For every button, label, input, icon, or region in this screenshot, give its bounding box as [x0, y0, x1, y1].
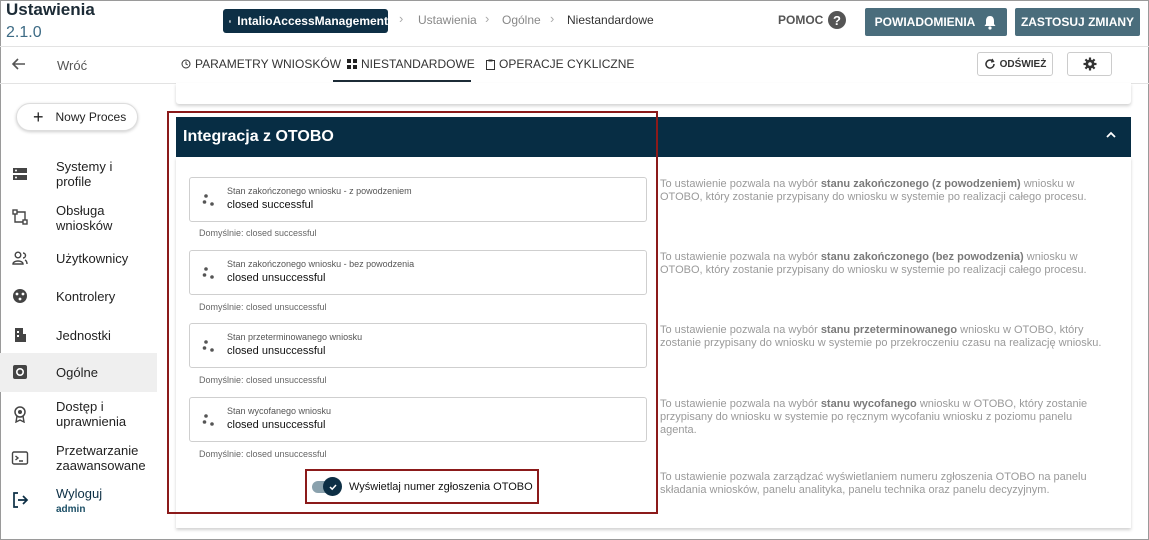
grid-icon — [347, 59, 357, 69]
tab-label: OPERACJE CYKLICZNE — [499, 57, 635, 71]
highlight-box — [167, 111, 658, 514]
terminal-icon — [11, 451, 29, 465]
notifications-label: POWIADOMIENIA — [874, 15, 976, 29]
header-divider — [0, 46, 1149, 47]
arrow-left-icon[interactable] — [11, 56, 27, 72]
badge-icon — [14, 406, 26, 423]
sidebar-item-advanced[interactable]: Przetwarzanie zaawansowane — [0, 441, 157, 477]
chevron-right-icon: › — [550, 11, 555, 26]
sidebar-item-controllers[interactable]: Kontrolery — [0, 283, 157, 309]
logout-icon — [13, 492, 29, 508]
sidebar-item-label: wniosków — [56, 218, 113, 233]
breadcrumb-current: Niestandardowe — [567, 13, 654, 27]
tab-label: NIESTANDARDOWE — [361, 57, 475, 71]
building-icon — [15, 328, 26, 342]
logout-label: Wyloguj — [56, 486, 103, 501]
breadcrumb-item[interactable]: Ustawienia — [418, 13, 477, 27]
field-description: To ustawienie pozwala na wybór stanu prz… — [660, 324, 1102, 349]
sidebar-item-label: uprawnienia — [56, 414, 127, 429]
sidebar-item-label: Użytkownicy — [56, 251, 129, 266]
users-icon — [12, 251, 28, 265]
sidebar-item-systems[interactable]: Systemy i profile — [0, 156, 157, 192]
sidebar-item-label: Obsługa — [56, 203, 105, 218]
tab-custom[interactable]: NIESTANDARDOWE — [347, 57, 475, 71]
sidebar-item-requests[interactable]: Obsługa wniosków — [0, 200, 157, 236]
current-user: admin — [56, 504, 86, 515]
field-description: To ustawienie pozwala na wybór stanu zak… — [660, 178, 1087, 203]
clock-icon — [181, 59, 191, 69]
sidebar-item-label: profile — [56, 174, 92, 189]
refresh-button[interactable]: ODŚWIEŻ — [977, 52, 1053, 76]
clipboard-icon — [486, 59, 495, 70]
workflow-icon — [12, 209, 28, 225]
tab-label: PARAMETRY WNIOSKÓW — [195, 57, 342, 71]
tab-cyclic-operations[interactable]: OPERACJE CYKLICZNE — [486, 57, 634, 71]
app-switcher-button[interactable]: IntalioAccessManagement — [223, 9, 388, 33]
page-title: Ustawienia — [6, 0, 95, 19]
app-version: 2.1.0 — [6, 24, 42, 41]
sidebar-item-label: Systemy i — [56, 159, 113, 174]
toggle-description: To ustawienie pozwala zarządzać wyświetl… — [660, 471, 1087, 496]
chevron-right-icon: › — [399, 11, 404, 26]
settings-button[interactable] — [1067, 52, 1112, 76]
app-name: IntalioAccessManagement — [237, 14, 388, 28]
sidebar-item-label: Dostęp i — [56, 399, 104, 414]
help-link[interactable]: POMOC — [778, 13, 823, 27]
sidebar-item-label: Kontrolery — [56, 289, 116, 304]
sidebar-item-access[interactable]: Dostęp i uprawnienia — [0, 397, 157, 433]
gear-icon — [1083, 57, 1096, 71]
sidebar-item-units[interactable]: Jednostki — [0, 322, 157, 348]
controllers-icon — [13, 289, 27, 303]
breadcrumb-item[interactable]: Ogólne — [502, 13, 541, 27]
back-button[interactable]: Wróć — [57, 58, 87, 73]
tab-request-parameters[interactable]: PARAMETRY WNIOSKÓW — [181, 57, 341, 71]
field-description: To ustawienie pozwala na wybór stanu wyc… — [660, 398, 1088, 436]
logout-button[interactable]: Wyloguj admin — [0, 484, 157, 518]
apps-grid-icon — [229, 19, 232, 23]
server-icon — [13, 168, 27, 180]
sidebar-item-label: Jednostki — [56, 328, 111, 343]
refresh-label: ODŚWIEŻ — [999, 58, 1047, 70]
sidebar-item-label: Ogólne — [56, 365, 98, 380]
sidebar-item-users[interactable]: Użytkownicy — [0, 245, 157, 271]
apply-changes-button[interactable]: ZASTOSUJ ZMIANY — [1015, 8, 1140, 36]
bell-icon — [984, 15, 996, 30]
previous-card — [176, 83, 1131, 104]
notifications-button[interactable]: POWIADOMIENIA — [865, 8, 1007, 36]
refresh-icon — [984, 58, 995, 69]
chevron-up-icon[interactable] — [1105, 129, 1117, 141]
field-description: To ustawienie pozwala na wybór stanu zak… — [660, 251, 1087, 276]
help-icon[interactable]: ? — [828, 11, 846, 29]
plus-icon: + — [33, 107, 44, 127]
sidebar-item-general[interactable]: Ogólne — [0, 353, 157, 392]
new-process-button[interactable]: + Nowy Proces — [16, 103, 138, 131]
chevron-right-icon: › — [485, 11, 490, 26]
sidebar-item-label: Przetwarzanie — [56, 443, 139, 458]
sidebar-item-label: zaawansowane — [56, 458, 146, 473]
new-process-label: Nowy Proces — [55, 110, 127, 124]
active-tab-indicator — [333, 80, 471, 82]
settings-box-icon — [13, 365, 27, 379]
